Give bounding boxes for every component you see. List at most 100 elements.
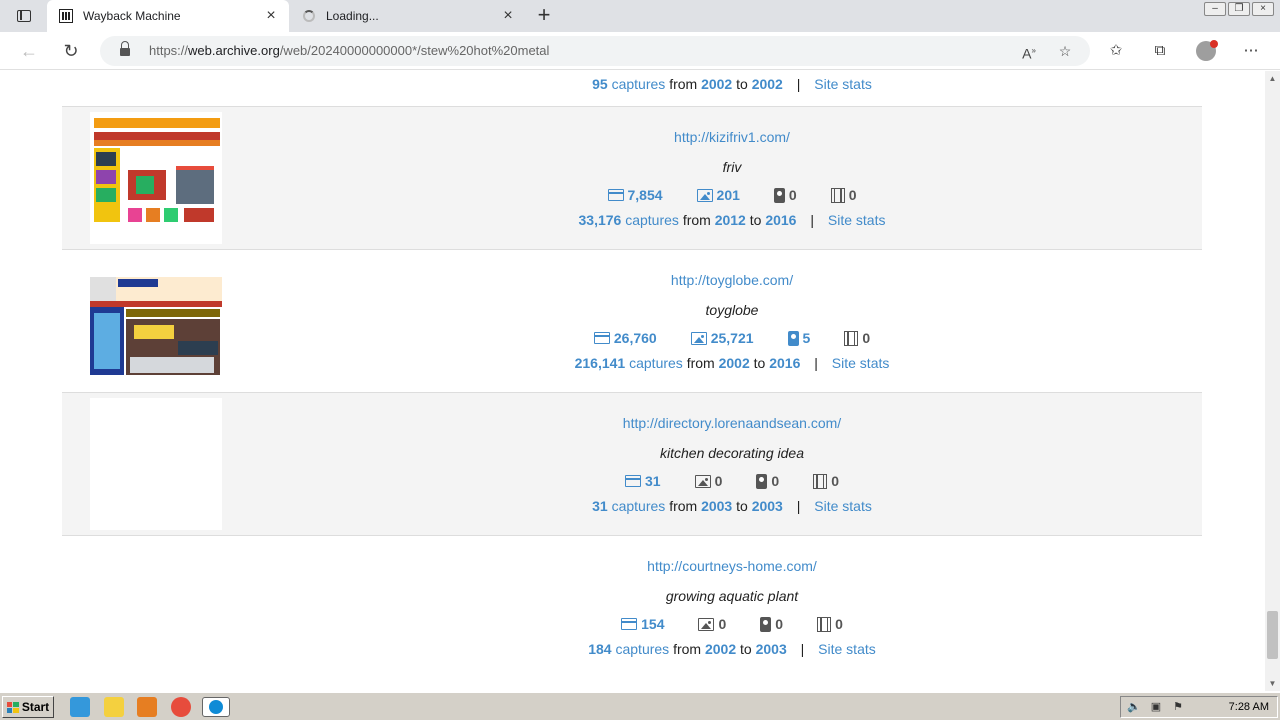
to-year[interactable]: 2016 <box>765 212 796 228</box>
from-year[interactable]: 2003 <box>701 498 732 514</box>
search-results: 95 captures from 2002 to 2002 | Site sta… <box>0 71 1265 691</box>
to-year[interactable]: 2003 <box>752 498 783 514</box>
captures-count[interactable]: 216,141 <box>575 355 626 371</box>
site-stats-link[interactable]: Site stats <box>832 355 890 371</box>
captures-count[interactable]: 184 <box>588 641 611 657</box>
audio-stat: 0 <box>760 616 783 632</box>
to-year[interactable]: 2002 <box>752 76 783 92</box>
action-center-flag-icon[interactable]: ⚑ <box>1171 701 1185 714</box>
favorites-icon[interactable]: ✩ <box>1105 41 1127 61</box>
result-row: http://directory.lorenaandsean.com/ kitc… <box>62 393 1202 536</box>
network-icon[interactable]: ▣ <box>1149 701 1163 714</box>
video-stat: 0 <box>844 330 870 346</box>
close-tab-icon[interactable]: × <box>263 8 279 24</box>
webpages-stat[interactable]: 154 <box>621 616 664 632</box>
image-icon <box>698 617 715 631</box>
edge-icon <box>209 700 223 714</box>
lock-icon[interactable] <box>120 41 130 56</box>
result-url-link[interactable]: http://courtneys-home.com/ <box>647 558 817 574</box>
media-stats: 7,854 201 0 0 <box>252 187 1212 203</box>
more-menu-icon[interactable]: ⋯ <box>1240 41 1262 61</box>
webpages-stat[interactable]: 7,854 <box>607 187 663 203</box>
read-aloud-icon[interactable]: A» <box>1019 42 1039 62</box>
from-year[interactable]: 2002 <box>705 641 736 657</box>
result-title: toyglobe <box>705 302 759 318</box>
chrome-icon[interactable] <box>171 697 191 717</box>
from-year[interactable]: 2012 <box>715 212 746 228</box>
to-year[interactable]: 2003 <box>756 641 787 657</box>
scroll-up-icon[interactable]: ▲ <box>1265 71 1280 86</box>
images-stat[interactable]: 201 <box>696 187 740 203</box>
restore-icon[interactable]: ❐ <box>1228 2 1250 16</box>
site-stats-link[interactable]: Site stats <box>828 212 886 228</box>
tab-wayback-machine[interactable]: Wayback Machine × <box>47 0 289 32</box>
site-stats-link[interactable]: Site stats <box>818 641 876 657</box>
loading-spinner-icon <box>301 8 317 24</box>
from-year[interactable]: 2002 <box>701 76 732 92</box>
close-tab-icon[interactable]: × <box>500 8 516 24</box>
profile-avatar[interactable] <box>1196 40 1218 61</box>
scrollbar-thumb[interactable] <box>1267 611 1278 659</box>
site-thumbnail[interactable] <box>90 255 222 387</box>
captures-line: 33,176 captures from 2012 to 2016 | Site… <box>578 212 886 228</box>
result-url-link[interactable]: http://directory.lorenaandsean.com/ <box>623 415 841 431</box>
webpages-stat[interactable]: 31 <box>625 473 661 489</box>
captures-count[interactable]: 95 <box>592 76 608 92</box>
site-stats-link[interactable]: Site stats <box>814 76 872 92</box>
scroll-down-icon[interactable]: ▼ <box>1265 676 1280 691</box>
start-button[interactable]: Start <box>2 696 54 718</box>
url-text[interactable]: https://web.archive.org/web/202400000000… <box>149 43 549 58</box>
address-bar[interactable]: https://web.archive.org/web/202400000000… <box>100 36 1090 66</box>
internet-explorer-icon[interactable] <box>70 697 90 717</box>
media-player-icon[interactable] <box>137 697 157 717</box>
result-url-wrap: http://toyglobe.com/ <box>252 272 1212 288</box>
captures-link[interactable]: captures <box>629 355 683 371</box>
result-url-link[interactable]: http://toyglobe.com/ <box>671 272 793 288</box>
captures-count[interactable]: 31 <box>592 498 608 514</box>
tab-loading[interactable]: Loading... × <box>290 0 526 32</box>
captures-count[interactable]: 33,176 <box>579 212 622 228</box>
file-explorer-icon[interactable] <box>104 697 124 717</box>
site-thumbnail[interactable] <box>90 112 222 244</box>
clock[interactable]: 7:28 AM <box>1229 701 1269 713</box>
result-url-wrap: http://kizifriv1.com/ <box>252 129 1212 145</box>
captures-link[interactable]: captures <box>615 641 669 657</box>
from-year[interactable]: 2002 <box>719 355 750 371</box>
webpages-stat[interactable]: 26,760 <box>593 330 657 346</box>
tab-actions-menu-icon[interactable] <box>10 6 38 26</box>
to-year[interactable]: 2016 <box>769 355 800 371</box>
refresh-icon[interactable]: ↻ <box>58 39 84 63</box>
result-row: http://kizifriv1.com/ friv 7,854 201 0 0… <box>62 107 1202 250</box>
result-row: http://toyglobe.com/ toyglobe 26,760 25,… <box>62 250 1202 393</box>
site-stats-link[interactable]: Site stats <box>814 498 872 514</box>
result-url-wrap: http://courtneys-home.com/ <box>252 558 1212 574</box>
captures-link[interactable]: captures <box>625 212 679 228</box>
images-stat[interactable]: 25,721 <box>690 330 754 346</box>
video-stat: 0 <box>817 616 843 632</box>
wayback-favicon-icon <box>58 8 74 24</box>
audio-icon <box>760 616 772 632</box>
captures-link[interactable]: captures <box>612 76 666 92</box>
collections-icon[interactable]: ⧉ <box>1149 41 1171 61</box>
windows-taskbar: Start 🔈 ▣ ⚑ 7:28 AM <box>0 692 1280 720</box>
minimize-icon[interactable]: – <box>1204 2 1226 16</box>
window-close-icon[interactable]: × <box>1252 2 1274 16</box>
result-url-link[interactable]: http://kizifriv1.com/ <box>674 129 790 145</box>
window-controls: – ❐ × <box>1204 2 1274 16</box>
page-scrollbar[interactable]: ▲ ▼ <box>1265 71 1280 691</box>
back-arrow-icon[interactable]: ← <box>16 39 42 63</box>
site-thumbnail[interactable] <box>90 398 222 530</box>
captures-link[interactable]: captures <box>612 498 666 514</box>
add-favorite-icon[interactable]: ☆ <box>1055 42 1075 60</box>
audio-stat[interactable]: 5 <box>787 330 810 346</box>
edge-taskbar-button[interactable] <box>202 697 230 717</box>
result-url-wrap: http://directory.lorenaandsean.com/ <box>252 415 1212 431</box>
new-tab-icon[interactable]: + <box>532 4 556 28</box>
image-icon <box>694 474 711 488</box>
volume-icon[interactable]: 🔈 <box>1127 701 1141 714</box>
captures-line: 216,141 captures from 2002 to 2016 | Sit… <box>574 355 890 371</box>
webpage-icon <box>621 618 638 630</box>
audio-icon <box>773 187 785 203</box>
media-stats: 26,760 25,721 5 0 <box>252 330 1212 346</box>
captures-line: 95 captures from 2002 to 2002 | Site sta… <box>592 76 872 92</box>
